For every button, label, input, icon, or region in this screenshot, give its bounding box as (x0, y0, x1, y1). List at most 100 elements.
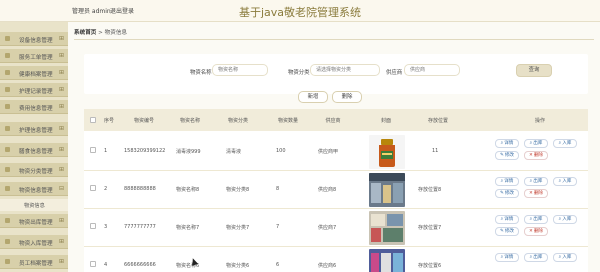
cell-index: 3 (104, 224, 108, 230)
col-cover: 封面 (380, 118, 391, 124)
category-select[interactable] (310, 64, 380, 76)
cell-supplier: 供应商甲 (318, 149, 339, 155)
detail-button[interactable]: ⌕详情 (495, 139, 519, 148)
col-qty: 物资数量 (277, 118, 298, 124)
edit-button[interactable]: ✎修改 (495, 227, 519, 236)
col-code: 物资编号 (133, 118, 154, 124)
out-button[interactable]: ⌕出库 (524, 177, 548, 186)
sidebar-item-supply-info[interactable]: 物资信息管理 ⊟ (0, 182, 68, 196)
category-label: 物资分类 (288, 70, 310, 76)
row-checkbox[interactable] (90, 261, 96, 267)
sidebar-item-health[interactable]: 健康档案管理 ⊞ (0, 66, 68, 80)
sidebar-subitem-supply-info[interactable]: 物资信息 (0, 199, 68, 211)
table-row: 4 6666666666 物资名称6 物资分类6 6 供应商6 存放位置6 ⌕详… (84, 247, 588, 272)
in-button[interactable]: ⌕入库 (553, 139, 577, 148)
col-location: 存放位置 (427, 118, 448, 124)
search-icon: ⌕ (558, 141, 562, 146)
in-button[interactable]: ⌕入库 (553, 215, 577, 224)
col-actions: 操作 (534, 118, 545, 124)
detail-button[interactable]: ⌕详情 (495, 177, 519, 186)
col-supplier: 供应商 (325, 118, 341, 124)
sidebar-item-supply-out[interactable]: 物资出库管理 ⊞ (0, 214, 68, 228)
sidebar-item-nursing-records[interactable]: 护理记录管理 ⊞ (0, 83, 68, 97)
sidebar-item-meals[interactable]: 膳食信息管理 ⊞ (0, 143, 68, 157)
col-name: 物资名称 (179, 118, 200, 124)
cell-qty: 100 (276, 148, 286, 154)
sidebar-item-supply-in[interactable]: 物资入库管理 ⊞ (0, 235, 68, 249)
menu-bullet-icon (5, 53, 10, 58)
cover-image (369, 249, 405, 272)
search-icon: ⌕ (500, 217, 504, 222)
cell-supplier: 供应商7 (318, 225, 337, 231)
supplier-input[interactable] (404, 64, 460, 76)
name-input[interactable] (212, 64, 268, 76)
search-icon: ⌕ (529, 179, 533, 184)
edit-button[interactable]: ✎修改 (495, 151, 519, 160)
cover-image (369, 173, 405, 207)
add-button[interactable]: 新增 (298, 91, 328, 103)
cell-code: 8888888888 (124, 186, 156, 192)
edit-button[interactable]: ✎修改 (495, 189, 519, 198)
search-button[interactable]: 查询 (516, 64, 552, 77)
menu-bullet-icon (5, 36, 10, 41)
breadcrumb-home[interactable]: 系统首页 (74, 30, 96, 36)
cell-qty: 7 (276, 224, 280, 230)
expand-icon: ⊞ (58, 146, 64, 153)
remove-button[interactable]: ✕删除 (524, 227, 548, 236)
select-all-checkbox[interactable] (90, 117, 96, 123)
sidebar-item-staff[interactable]: 员工档案管理 ⊞ (0, 255, 68, 269)
supplier-label: 供应商 (386, 70, 403, 76)
cell-name: 物资名称7 (176, 225, 200, 231)
sidebar-item-nursing-info[interactable]: 护理信息管理 ⊞ (0, 122, 68, 136)
edit-icon: ✎ (499, 229, 504, 234)
cell-name: 物资名称8 (176, 187, 200, 193)
cell-category: 物资分类8 (226, 187, 250, 193)
in-button[interactable]: ⌕入库 (553, 253, 577, 262)
search-icon: ⌕ (558, 255, 562, 260)
row-checkbox[interactable] (90, 185, 96, 191)
in-button[interactable]: ⌕入库 (553, 177, 577, 186)
sidebar-item-supply-category[interactable]: 物资分类管理 ⊞ (0, 163, 68, 177)
out-button[interactable]: ⌕出库 (524, 215, 548, 224)
out-button[interactable]: ⌕出库 (524, 253, 548, 262)
sidebar-item-equipment[interactable]: 设备信息管理 ⊞ (0, 32, 68, 46)
detail-button[interactable]: ⌕详情 (495, 215, 519, 224)
close-icon: ✕ (528, 191, 533, 196)
row-checkbox[interactable] (90, 223, 96, 229)
cell-category: 物资分类7 (226, 225, 250, 231)
breadcrumb: 系统首页 > 物资信息 (74, 28, 127, 36)
sidebar: 设备信息管理 ⊞ 服务工单管理 ⊞ 健康档案管理 ⊞ 护理记录管理 ⊞ 费用信息管理 ⊞ … (0, 22, 68, 272)
cell-supplier: 供应商6 (318, 263, 337, 269)
cell-index: 2 (104, 186, 108, 192)
row-checkbox[interactable] (90, 147, 96, 153)
menu-bullet-icon (5, 104, 10, 109)
expand-icon: ⊞ (58, 103, 64, 110)
table-row: 2 8888888888 物资名称8 物资分类8 8 供应商8 存放位置8 ⌕详… (84, 171, 588, 209)
expand-icon: ⊞ (58, 258, 64, 265)
detail-button[interactable]: ⌕详情 (495, 253, 519, 262)
breadcrumb-current: 物资信息 (104, 30, 128, 36)
search-icon: ⌕ (558, 179, 562, 184)
cell-name: 消毒液999 (176, 149, 201, 155)
col-index: 序号 (103, 118, 114, 124)
top-bar: 管理员 admin 退出登录 基于java敬老院管理系统 (0, 0, 600, 22)
name-label: 物资名称 (190, 70, 212, 76)
sidebar-item-fees[interactable]: 费用信息管理 ⊞ (0, 100, 68, 114)
search-icon: ⌕ (529, 141, 533, 146)
cell-code: 7777777777 (124, 224, 156, 230)
menu-bullet-icon (5, 259, 10, 264)
out-button[interactable]: ⌕出库 (524, 139, 548, 148)
table-row: 1 1583209399122 消毒液999 清毒液 100 供应商甲 11 ⌕… (84, 133, 588, 171)
remove-button[interactable]: ✕删除 (524, 151, 548, 160)
remove-button[interactable]: ✕删除 (524, 189, 548, 198)
table-row: 3 7777777777 物资名称7 物资分类7 7 供应商7 存放位置7 ⌕详… (84, 209, 588, 247)
cell-location: 11 (432, 148, 439, 154)
expand-icon: ⊞ (58, 166, 64, 173)
cell-qty: 6 (276, 262, 280, 268)
main-content: 系统首页 > 物资信息 物资名称 物资分类 供应商 查询 新增 删除 序号 物资… (68, 22, 600, 272)
delete-button[interactable]: 删除 (332, 91, 362, 103)
supply-table: 序号 物资编号 物资名称 物资分类 物资数量 供应商 封面 存放位置 操作 1 … (84, 109, 588, 272)
app-title: 基于java敬老院管理系统 (238, 6, 362, 19)
sidebar-item-workorders[interactable]: 服务工单管理 ⊞ (0, 49, 68, 63)
cell-location: 存放位置8 (418, 187, 442, 193)
